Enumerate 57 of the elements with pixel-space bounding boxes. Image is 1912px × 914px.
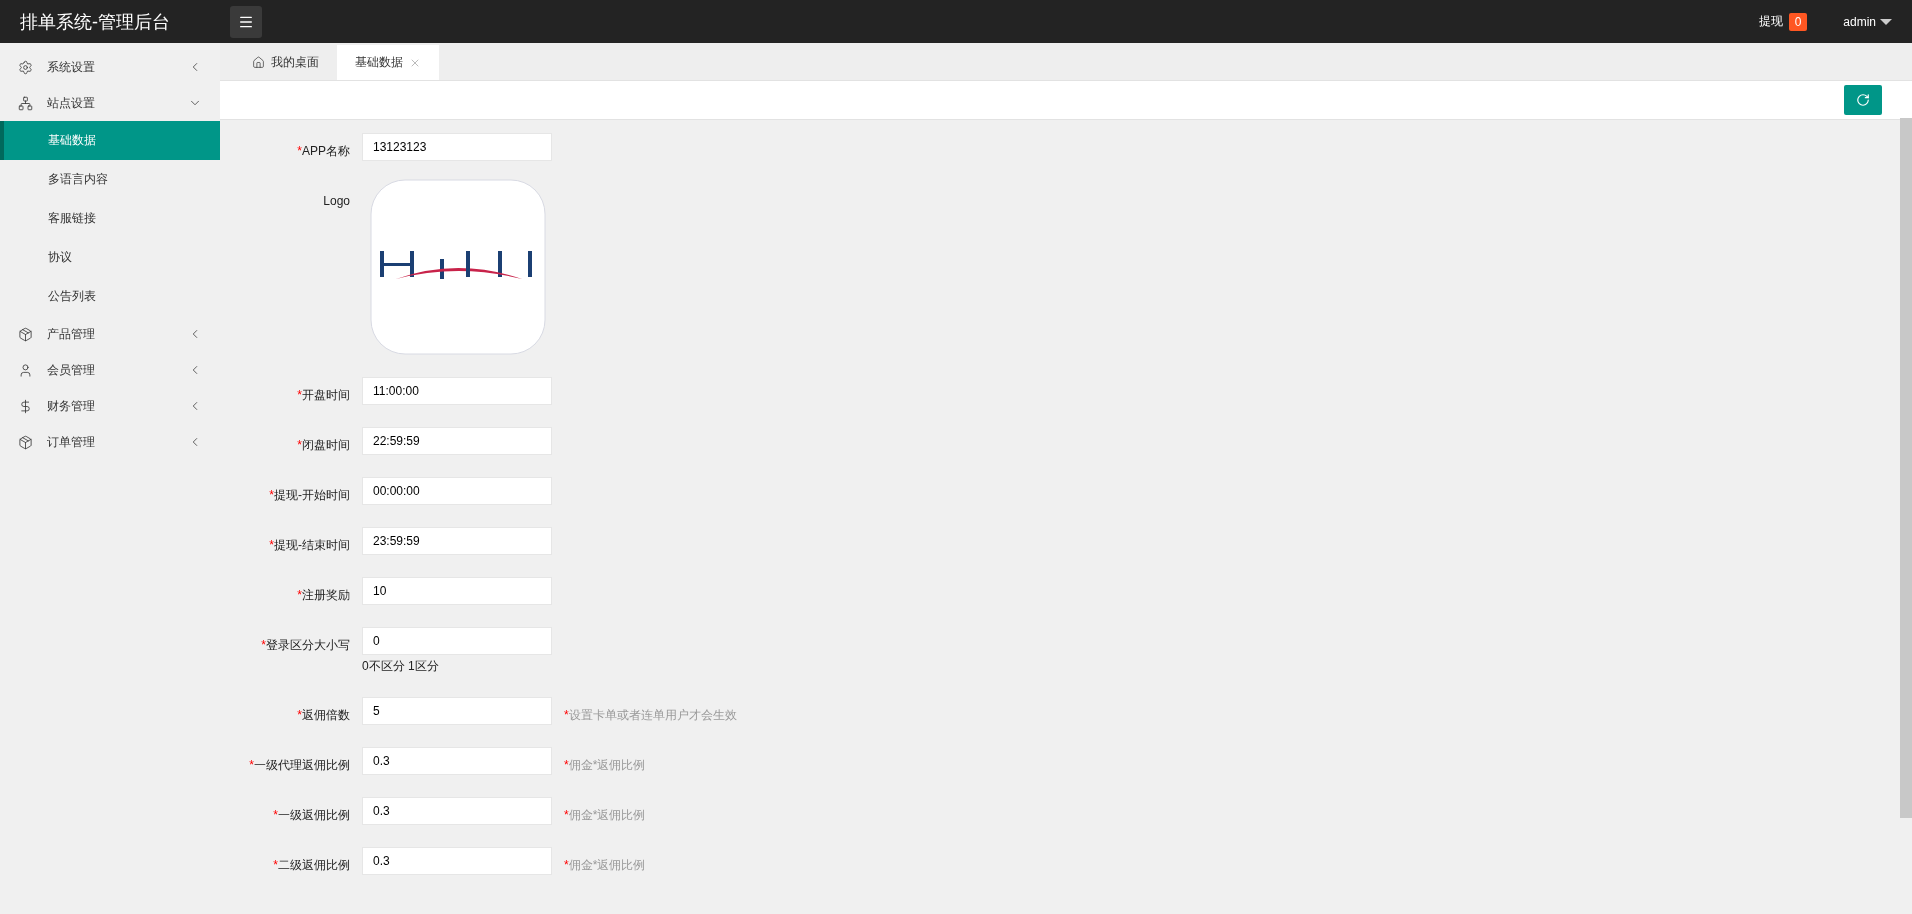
sidebar-item[interactable]: 站点设置 [0, 85, 220, 121]
user-menu[interactable]: admin [1843, 14, 1892, 29]
text-field[interactable]: 0.3 [362, 797, 552, 825]
network-icon [18, 95, 33, 111]
withdraw-label[interactable]: 提现 [1758, 13, 1783, 30]
text-field[interactable]: 23:59:59 [362, 527, 552, 555]
user-icon [18, 362, 33, 378]
tab[interactable]: 基础数据 [337, 45, 439, 80]
sidebar-item[interactable]: 产品管理 [0, 316, 220, 352]
field-label: *提现-结束时间 [268, 537, 350, 554]
text-field[interactable]: 0 [362, 627, 552, 655]
text-field[interactable]: 13123123 [362, 133, 552, 161]
field-label: *一级返佣比例 [272, 807, 350, 824]
tab[interactable]: 我的桌面 [234, 45, 337, 80]
sidebar-item[interactable]: 会员管理 [0, 352, 220, 388]
sidebar-item[interactable]: 财务管理 [0, 388, 220, 424]
dollar-icon [18, 398, 33, 414]
text-field[interactable]: 22:59:59 [362, 427, 552, 455]
field-label: Logo [322, 193, 350, 210]
app-title: 排单系统-管理后台 [20, 10, 171, 34]
gear-icon [18, 59, 33, 75]
text-field[interactable]: 0.3 [362, 847, 552, 875]
field-label: *一级代理返佣比例 [248, 757, 350, 774]
field-label: *注册奖励 [296, 587, 350, 604]
sidebar-subitem[interactable]: 多语言内容 [0, 160, 220, 199]
sidebar-subitem[interactable]: 客服链接 [0, 199, 220, 238]
field-hint: *设置卡单或者连单用户才会生效 [564, 707, 738, 724]
sidebar-item[interactable]: 系统设置 [0, 49, 220, 85]
box-icon [18, 434, 33, 450]
text-field[interactable]: 0.3 [362, 747, 552, 775]
text-field[interactable]: 5 [362, 697, 552, 725]
field-label: *提现-开始时间 [268, 487, 350, 504]
sidebar-subitem[interactable]: 基础数据 [0, 121, 220, 160]
caret-icon [1880, 18, 1892, 25]
sidebar-subitem[interactable]: 协议 [0, 238, 220, 277]
text-field[interactable]: 11:00:00 [362, 377, 552, 405]
scrollbar[interactable] [1900, 118, 1912, 818]
field-label: *闭盘时间 [296, 437, 350, 454]
count-badge: 0 [1788, 12, 1808, 31]
sidebar-item[interactable]: 订单管理 [0, 424, 220, 460]
field-hint: *佣金*返佣比例 [564, 757, 647, 774]
field-hint: *佣金*返佣比例 [564, 807, 647, 824]
field-note: 0不区分 1区分 [362, 658, 440, 675]
refresh-button[interactable] [1844, 85, 1882, 115]
sidebar-subitem[interactable]: 公告列表 [0, 277, 220, 316]
field-label: *登录区分大小写 [260, 637, 350, 654]
field-label: *二级返佣比例 [272, 857, 350, 874]
refresh-icon [1856, 93, 1870, 107]
box-icon [18, 326, 33, 342]
menu-button[interactable] [230, 5, 262, 38]
text-field[interactable]: 00:00:00 [362, 477, 552, 505]
text-field[interactable]: 10 [362, 577, 552, 605]
field-label: *开盘时间 [296, 387, 350, 404]
field-label: *APP名称 [296, 143, 350, 160]
home-icon [252, 56, 265, 69]
field-label: *返佣倍数 [296, 707, 350, 724]
field-hint: *佣金*返佣比例 [564, 857, 647, 874]
